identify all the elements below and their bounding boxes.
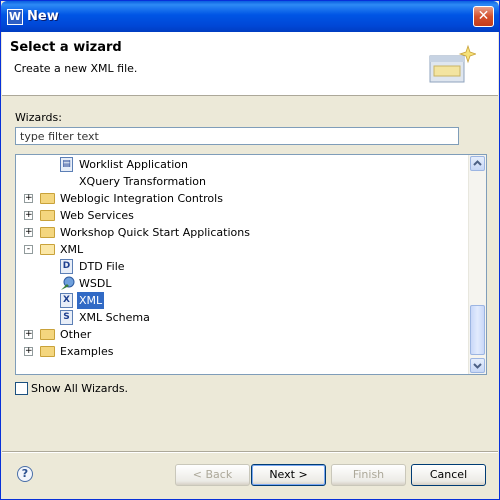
tree-item-label: Other [60,328,92,341]
application-icon: ▤ [60,157,73,172]
title-bar[interactable]: W New ✕ [1,1,499,32]
wizards-label: Wizards: [15,111,62,124]
finish-button[interactable]: Finish [331,464,406,486]
tree-item-label: XML [60,243,84,256]
back-button[interactable]: < Back [175,464,250,486]
folder-open-icon [40,244,55,255]
xml-file-icon: X [60,293,73,308]
new-wizard-dialog: W New ✕ Select a wizard Create a new XML… [0,0,500,500]
tree-item-label: Weblogic Integration Controls [60,192,223,205]
tree-item-label: XML Schema [79,311,150,324]
folder-icon [40,210,55,221]
wizard-banner: Select a wizard Create a new XML file. [2,32,498,96]
tree-scrollbar[interactable] [468,155,486,374]
wsdl-icon [61,276,75,290]
scroll-up-button[interactable] [470,156,485,171]
chevron-down-icon [473,363,482,369]
tree-item-label: Workshop Quick Start Applications [60,226,250,239]
folder-icon [40,346,55,357]
tree-item-label: XML [77,292,105,309]
expand-icon[interactable]: + [24,211,33,220]
scroll-thumb[interactable] [470,305,485,355]
window-title: New [27,9,59,24]
dtd-file-icon: D [60,259,73,274]
folder-icon [40,193,55,204]
banner-description: Create a new XML file. [14,62,138,75]
expand-icon[interactable]: + [24,194,33,203]
tree-item-label: Web Services [60,209,134,222]
tree-item-label: Worklist Application [79,158,188,171]
expand-icon[interactable]: + [24,228,33,237]
close-button[interactable]: ✕ [473,6,494,27]
chevron-up-icon [473,160,482,166]
expand-icon[interactable]: + [24,347,33,356]
tree-item-label: XQuery Transformation [79,175,206,188]
tree-item-label: DTD File [79,260,125,273]
folder-icon [40,329,55,340]
wizard-banner-icon [429,44,476,83]
next-button[interactable]: Next > [251,464,326,486]
filter-input[interactable] [15,127,459,145]
xml-schema-icon: S [60,310,73,325]
tree-item-label: WSDL [79,277,112,290]
folder-icon [40,227,55,238]
expand-icon[interactable]: + [24,330,33,339]
help-icon[interactable]: ? [17,466,33,482]
collapse-icon[interactable]: - [24,245,33,254]
show-all-label: Show All Wizards. [31,382,129,395]
cancel-button[interactable]: Cancel [411,464,486,486]
wizard-tree[interactable]: ▤ Worklist Application XQuery Transforma… [15,154,487,375]
show-all-checkbox[interactable] [15,382,28,395]
banner-title: Select a wizard [10,40,122,55]
app-icon: W [7,9,23,25]
tree-item-label: Examples [60,345,114,358]
button-separator [2,451,498,453]
scroll-down-button[interactable] [470,358,485,373]
